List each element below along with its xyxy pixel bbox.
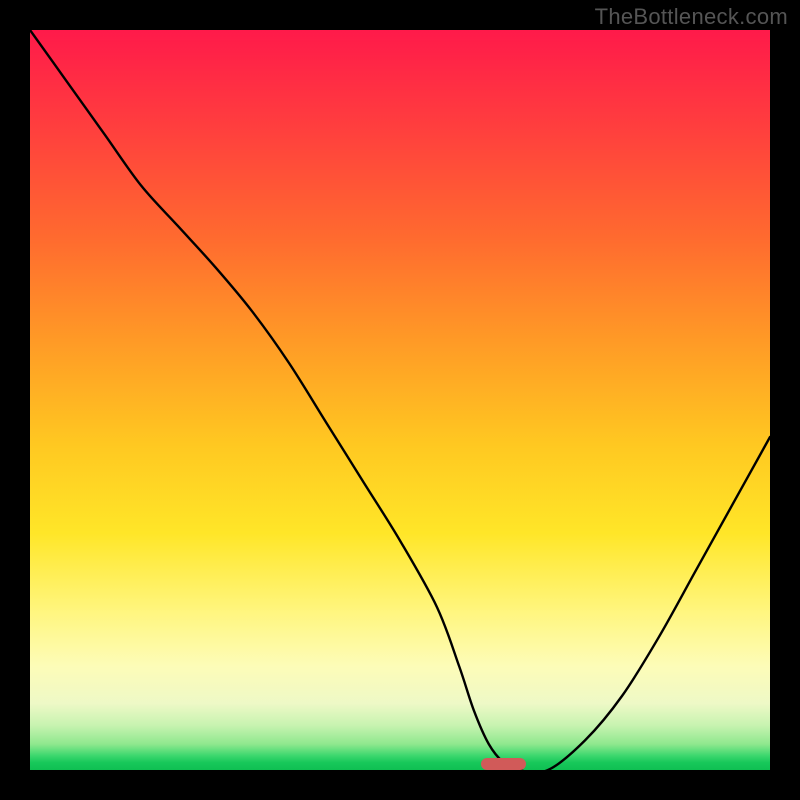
- optimal-zone-marker: [481, 758, 525, 770]
- chart-frame: TheBottleneck.com: [0, 0, 800, 800]
- plot-area: [30, 30, 770, 770]
- bottleneck-curve: [30, 30, 770, 770]
- watermark-label: TheBottleneck.com: [595, 4, 788, 30]
